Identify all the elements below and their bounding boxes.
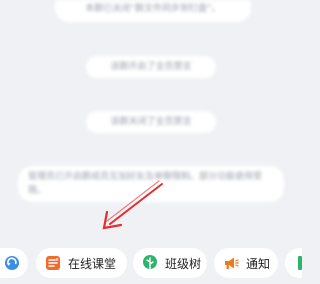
system-notice-file-sync: 本群已关闭“群文件同步到钉盘”。 (55, 0, 251, 22)
classroom-icon (46, 256, 60, 270)
tree-icon (143, 255, 157, 270)
online-classroom-label: 在线课堂 (68, 256, 117, 271)
system-notice-mute-off: 该群关闭了全员禁言 (86, 111, 216, 133)
group-chat-screen: 本群已关闭“群文件同步到钉盘”。 该群开启了全员禁言 该群关闭了全员禁言 管理员… (0, 0, 302, 284)
refresh-icon (5, 256, 19, 270)
notice-label: 通知 (246, 256, 271, 271)
annotation-arrow (102, 180, 163, 230)
quick-action-partial[interactable] (0, 248, 28, 278)
class-tree-button[interactable]: 班级树 (133, 248, 207, 278)
online-classroom-button[interactable]: 在线课堂 (36, 248, 127, 278)
quick-action-bar: 在线课堂 班级树 通知 (0, 246, 302, 280)
quick-action-more-partial[interactable] (285, 248, 302, 278)
notice-button[interactable]: 通知 (214, 248, 278, 278)
megaphone-icon (225, 257, 239, 269)
system-notice-mute-on: 该群开启了全员禁言 (86, 56, 216, 78)
green-bar-icon (298, 256, 302, 270)
class-tree-label: 班级树 (165, 256, 202, 271)
